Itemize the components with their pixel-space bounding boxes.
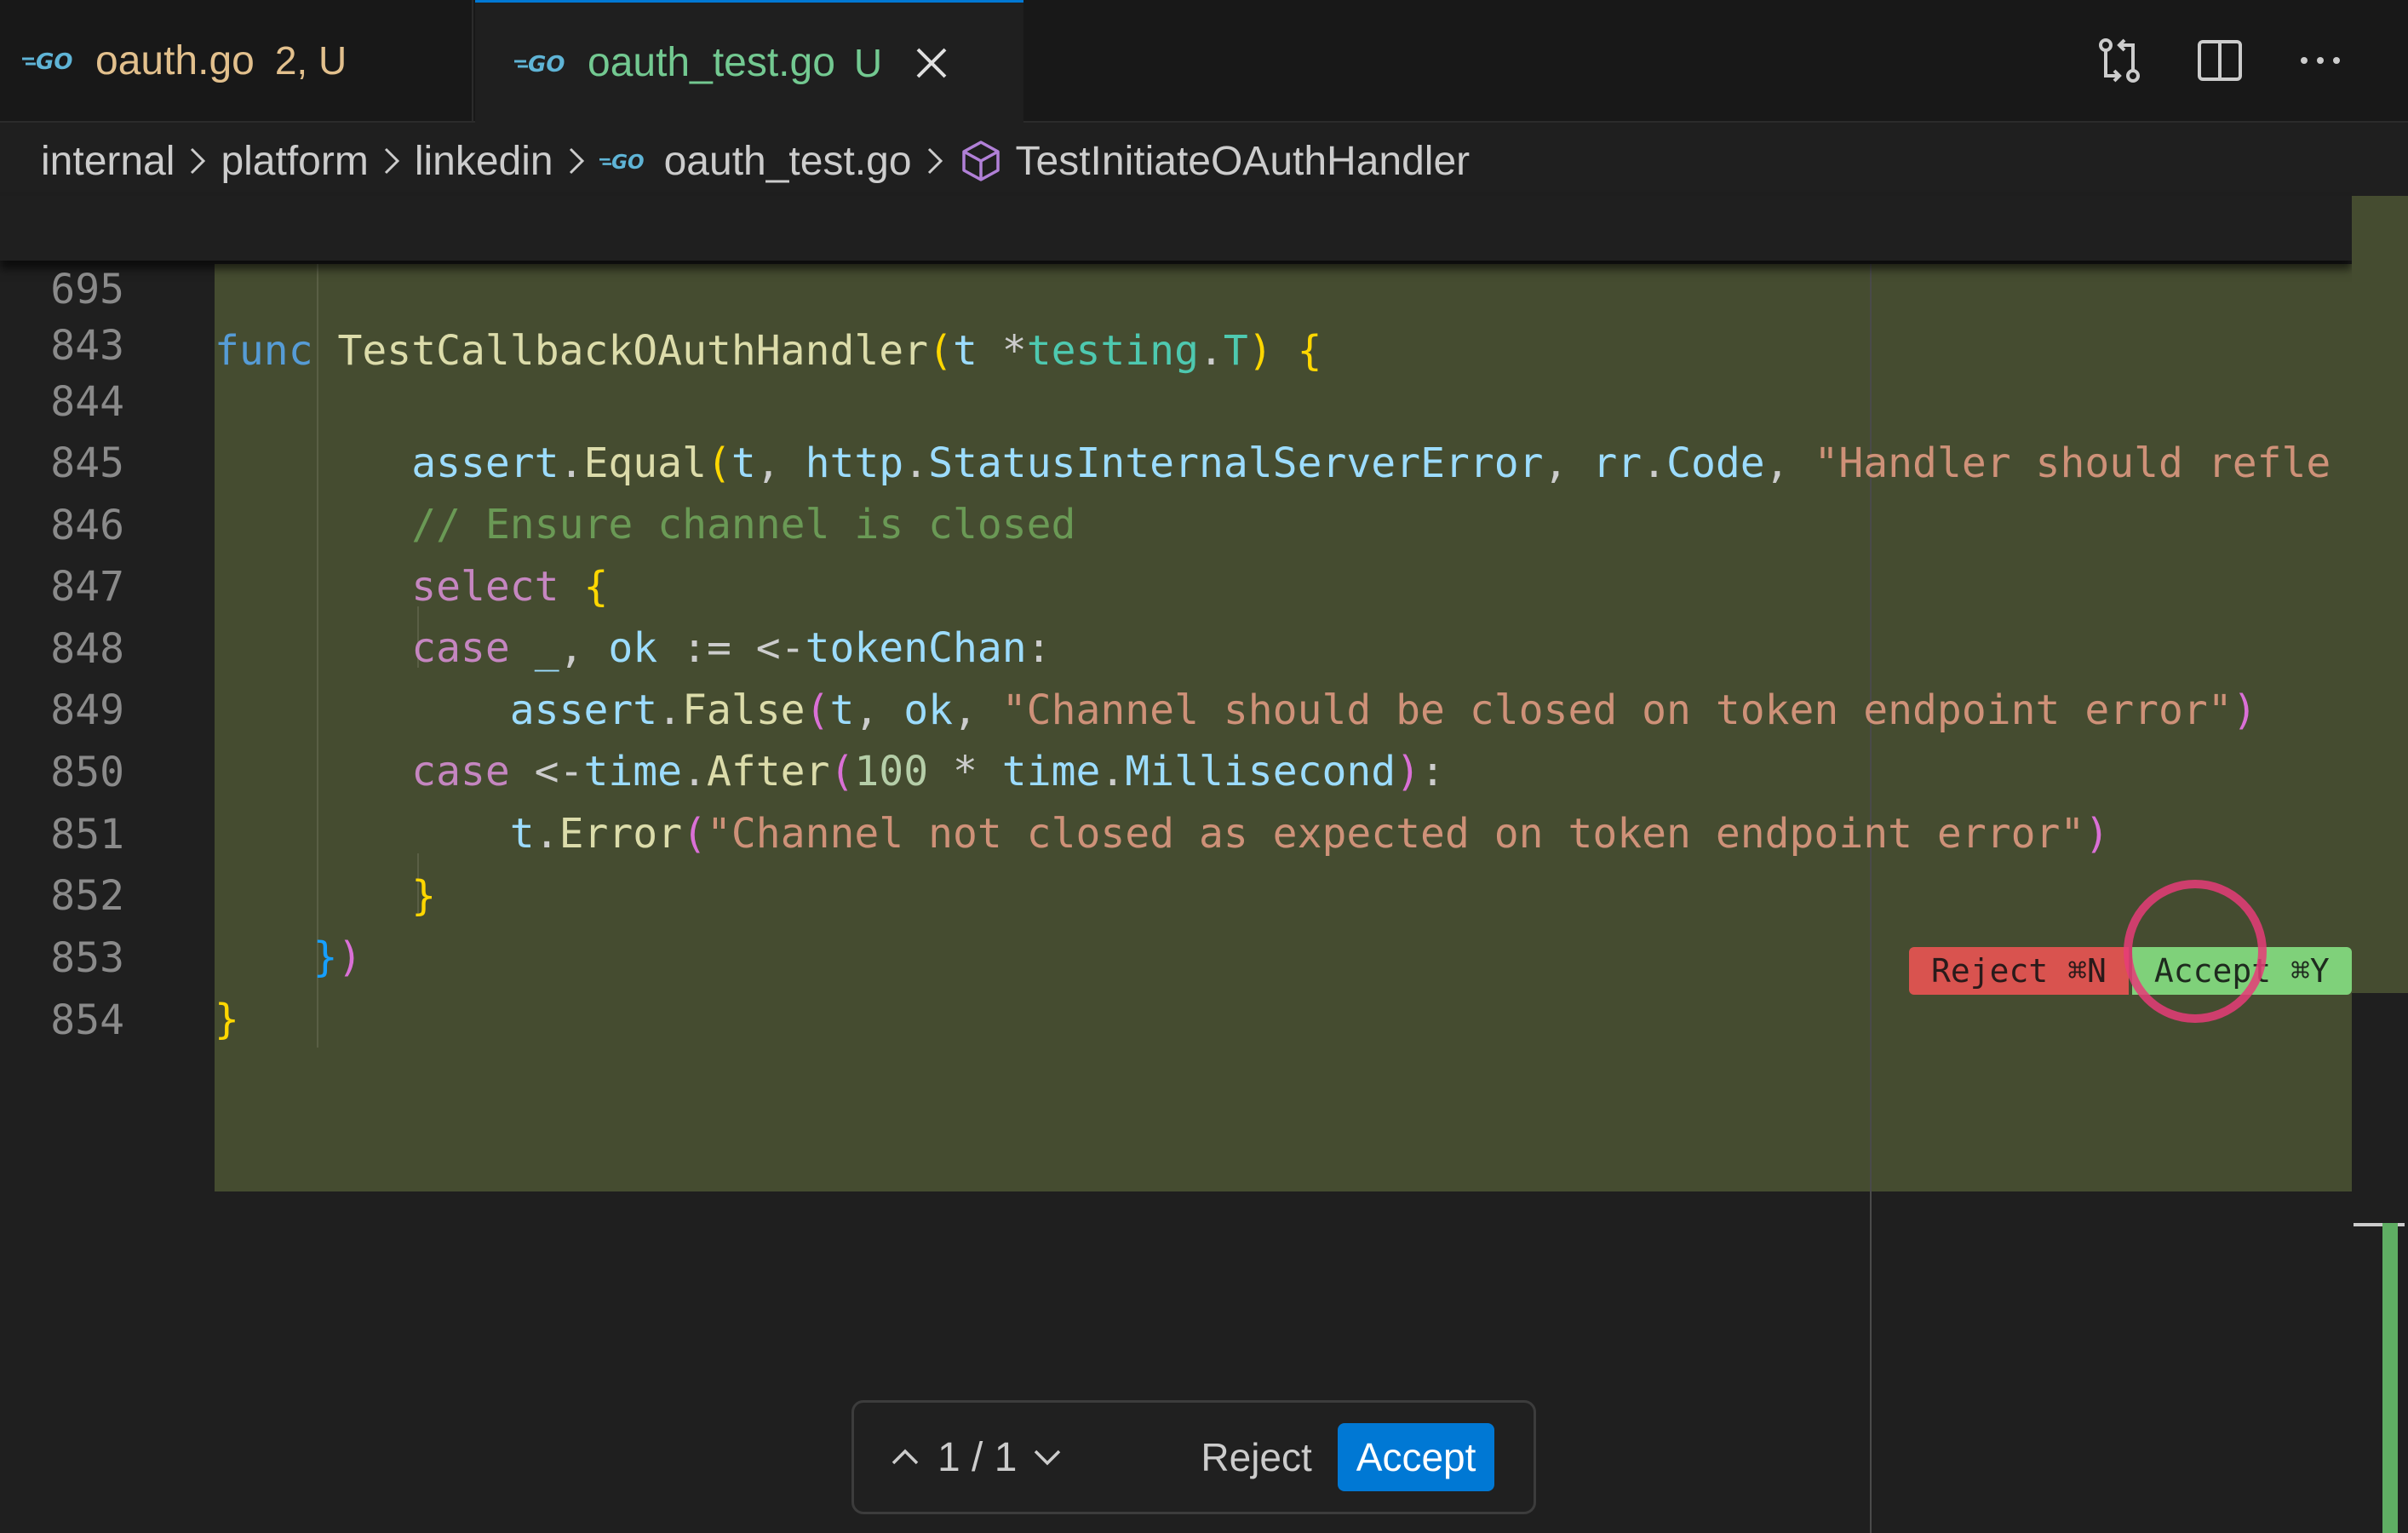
breadcrumb-item-symbol[interactable]: TestInitiateOAuthHandler — [1016, 138, 1471, 185]
code-line: 848 assert.False(t, ok, "Channel should … — [0, 557, 2256, 734]
svg-text:GO: GO — [528, 52, 565, 76]
go-logo-icon: GO — [599, 149, 652, 173]
code-text: }) — [312, 933, 363, 981]
sticky-code: func TestCallbackOAuthHandler(t *testing… — [215, 327, 1322, 375]
line-number: 695 — [50, 266, 124, 313]
chevron-right-icon — [381, 144, 403, 178]
diff-review-toolbar: 1 / 1 Reject Accept — [851, 1400, 1536, 1514]
code-text: t.Error("Channel not closed as expected … — [509, 810, 2110, 858]
code-line: 852 }) — [0, 804, 362, 981]
code-text: // Ensure channel is closed — [411, 501, 1076, 548]
symbol-method-icon — [958, 138, 1004, 184]
code-line: 854 — [0, 928, 147, 1044]
accept-button[interactable]: Accept — [1337, 1423, 1495, 1491]
code-text: select { — [411, 563, 609, 611]
editor-actions — [2091, 32, 2348, 89]
tab-label: oauth_test.go — [588, 40, 835, 85]
more-actions-icon[interactable] — [2292, 32, 2348, 89]
breadcrumb-item-linkedin[interactable]: linkedin — [415, 138, 553, 185]
inline-reject-button[interactable]: Reject ⌘N — [1909, 947, 2129, 995]
breadcrumb-item-internal[interactable]: internal — [41, 138, 175, 185]
svg-text:GO: GO — [36, 49, 72, 73]
go-logo-icon: GO — [514, 50, 574, 76]
split-editor-icon[interactable] — [2192, 32, 2248, 89]
code-line: 847 case _, ok := <-tokenChan: — [0, 495, 1051, 672]
tab-label: oauth.go — [95, 37, 255, 83]
code-line: 851 } — [0, 743, 436, 920]
code-lines: 843 844 assert.Equal(t, http.StatusInter… — [0, 196, 2408, 1533]
code-text: } — [411, 872, 437, 920]
click-indicator — [2124, 880, 2267, 1023]
tab-oauth-go[interactable]: GO oauth.go 2, U — [0, 0, 473, 121]
line-number: 854 — [50, 996, 124, 1044]
breadcrumb-item-file[interactable]: oauth_test.go — [664, 138, 912, 185]
chevron-right-icon — [186, 144, 209, 178]
chevron-up-icon[interactable] — [888, 1444, 922, 1470]
tab-git-status: 2, U — [274, 38, 347, 83]
chevron-right-icon — [924, 144, 946, 178]
code-text: } — [215, 996, 239, 1043]
tab-git-status: U — [853, 40, 883, 85]
tab-bar: GO oauth.go 2, U GO oauth_test.go U — [0, 0, 2408, 123]
svg-text:GO: GO — [611, 152, 644, 173]
change-counter: 1 / 1 — [937, 1434, 1018, 1480]
code-line: 849 case <-time.After(100 * time.Millise… — [0, 618, 1445, 795]
code-text: assert.Equal(t, http.StatusInternalServe… — [411, 439, 2331, 487]
sticky-scroll-header[interactable]: 695 func TestCallbackOAuthHandler(t *tes… — [0, 196, 2352, 375]
chevron-down-icon[interactable] — [1030, 1444, 1064, 1470]
scrollbar-diff-marker — [2382, 1223, 2398, 1533]
code-text: case <-time.After(100 * time.Millisecond… — [411, 748, 1445, 795]
close-icon[interactable] — [914, 46, 949, 80]
go-logo-icon: GO — [22, 48, 82, 73]
minimap-diff-highlight — [2352, 196, 2408, 993]
sticky-line: 695 func TestCallbackOAuthHandler(t *tes… — [0, 198, 1322, 375]
code-text: assert.False(t, ok, "Channel should be c… — [509, 686, 2257, 734]
code-line: 850 t.Error("Channel not closed as expec… — [0, 680, 2109, 858]
code-editor[interactable]: 695 func TestCallbackOAuthHandler(t *tes… — [0, 196, 2408, 1533]
breadcrumb: internal platform linkedin GO oauth_test… — [41, 129, 1470, 192]
tab-oauth-test-go[interactable]: GO oauth_test.go U — [475, 0, 1023, 123]
chevron-right-icon — [565, 144, 588, 178]
breadcrumb-item-platform[interactable]: platform — [221, 138, 368, 185]
code-line: 853 } — [0, 866, 239, 1043]
compare-changes-icon[interactable] — [2091, 32, 2147, 89]
reject-button[interactable]: Reject — [1201, 1434, 1311, 1480]
code-text: case _, ok := <-tokenChan: — [411, 624, 1052, 672]
